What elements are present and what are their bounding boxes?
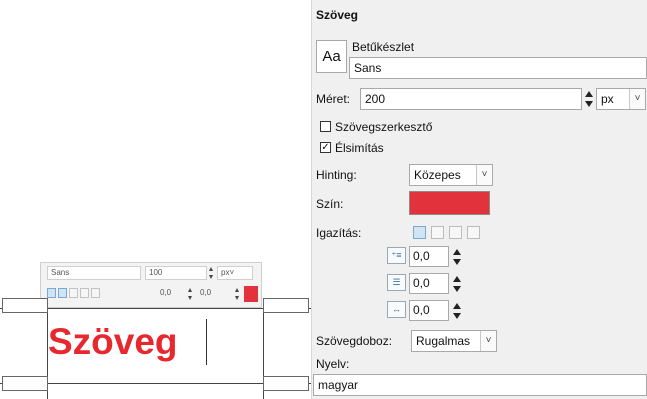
font-picker-button[interactable]: Aa xyxy=(316,40,347,73)
mini-bold-icon[interactable] xyxy=(47,288,56,298)
size-unit-text: px xyxy=(601,92,614,106)
mini-size-spinner[interactable] xyxy=(208,266,215,280)
hinting-label: Hinting: xyxy=(316,168,357,182)
language-label: Nyelv: xyxy=(316,357,350,371)
mini-font-field[interactable]: Sans xyxy=(47,266,141,280)
antialias-checkbox-label: Élsimítás xyxy=(335,141,384,155)
chevron-down-icon: ˅ xyxy=(476,165,492,185)
mini-size-field[interactable]: 100 xyxy=(145,266,207,280)
resize-handle-top-left[interactable] xyxy=(2,298,48,313)
box-mode-value: Rugalmas xyxy=(416,334,471,348)
line-spacing-spinner-icon[interactable] xyxy=(453,273,461,295)
image-canvas[interactable]: Sans 100 px˅ 0,0 0,0 Szöveg xyxy=(0,0,311,399)
mini-strike-icon[interactable] xyxy=(80,288,89,298)
justify-label: Igazítás: xyxy=(316,226,362,240)
mini-offset-1-spinner[interactable] xyxy=(187,287,194,301)
size-spinner-icon[interactable] xyxy=(585,88,593,110)
mini-color-swatch[interactable] xyxy=(244,286,258,302)
text-cursor xyxy=(206,319,207,365)
editor-checkbox[interactable] xyxy=(320,121,331,132)
resize-handle-bottom-left[interactable] xyxy=(2,376,48,391)
font-section-label: Betűkészlet xyxy=(352,40,415,54)
box-label: Szövegdoboz: xyxy=(316,334,393,348)
antialias-checkbox[interactable]: ✓ xyxy=(320,142,331,153)
indent-spinner-icon[interactable] xyxy=(453,246,461,268)
box-mode-combo[interactable]: Rugalmas ˅ xyxy=(411,330,497,352)
justify-center-icon[interactable] xyxy=(449,226,462,239)
justify-left-icon[interactable] xyxy=(413,226,426,239)
letter-spacing-icon: ↔ xyxy=(387,301,406,318)
panel-title: Szöveg xyxy=(316,8,359,22)
resize-handle-bottom-right[interactable] xyxy=(263,376,309,391)
on-canvas-text-toolbar: Sans 100 px˅ 0,0 0,0 xyxy=(40,262,262,308)
size-label: Méret: xyxy=(316,92,351,106)
mini-offset-2-spinner[interactable] xyxy=(234,287,241,301)
font-field[interactable]: Sans xyxy=(349,57,647,79)
chevron-down-icon: ˅ xyxy=(629,89,645,109)
line-spacing-field[interactable]: 0,0 xyxy=(409,273,449,294)
canvas-text-layer[interactable]: Szöveg xyxy=(48,320,178,364)
letter-spacing-spinner-icon[interactable] xyxy=(453,300,461,322)
mini-clear-icon[interactable] xyxy=(91,288,100,298)
mini-underline-icon[interactable] xyxy=(69,288,78,298)
mini-offset-2[interactable]: 0,0 xyxy=(197,287,233,301)
indent-field[interactable]: 0,0 xyxy=(409,246,449,267)
justify-right-icon[interactable] xyxy=(431,226,444,239)
text-color-swatch[interactable] xyxy=(409,191,490,215)
mini-italic-icon[interactable] xyxy=(58,288,67,298)
letter-spacing-field[interactable]: 0,0 xyxy=(409,300,449,321)
hinting-combo[interactable]: Közepes ˅ xyxy=(409,164,493,186)
size-unit-combo[interactable]: px ˅ xyxy=(596,88,646,110)
color-label: Szín: xyxy=(316,197,344,211)
line-spacing-icon: ☰ xyxy=(387,274,406,291)
hinting-value: Közepes xyxy=(414,168,461,182)
chevron-down-icon: ˅ xyxy=(480,331,496,351)
resize-handle-top-right[interactable] xyxy=(263,298,309,313)
editor-checkbox-label: Szövegszerkesztő xyxy=(335,120,433,134)
language-field[interactable]: magyar xyxy=(313,374,647,396)
mini-unit-chevron-icon: ˅ xyxy=(229,268,235,277)
size-field[interactable]: 200 xyxy=(360,88,582,110)
mini-unit-combo[interactable]: px˅ xyxy=(217,266,253,280)
justify-fill-icon[interactable] xyxy=(467,226,480,239)
indent-icon: ⁺≡ xyxy=(387,247,406,264)
